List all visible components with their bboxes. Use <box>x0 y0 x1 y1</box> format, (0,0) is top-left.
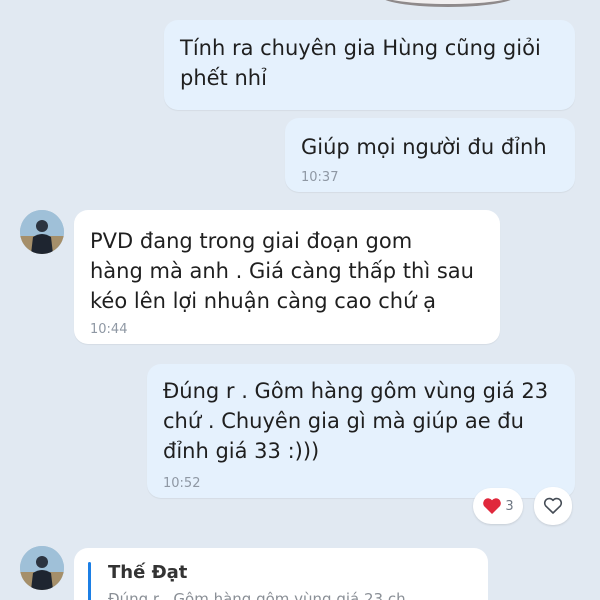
message-time: 10:44 <box>90 322 128 337</box>
message-bubble-sent[interactable]: Đúng r . Gôm hàng gôm vùng giá 23 chứ . … <box>147 364 575 498</box>
message-text: PVD đang trong giai đoạn gom hàng mà anh… <box>90 229 474 313</box>
message-bubble-sent[interactable]: Giúp mọi người đu đỉnh 10:37 <box>285 118 575 192</box>
message-text: Tính ra chuyên gia Hùng cũng giỏi phết n… <box>180 36 541 90</box>
avatar[interactable] <box>20 210 64 254</box>
avatar-image <box>20 546 64 590</box>
message-bubble-received[interactable]: PVD đang trong giai đoạn gom hàng mà anh… <box>74 210 500 344</box>
avatar-image <box>20 210 64 254</box>
quote-text: Đúng r . Gôm hàng gôm vùng giá 23 ch <box>108 590 406 600</box>
avatar[interactable] <box>20 546 64 590</box>
reaction-heart[interactable]: 3 <box>473 488 523 524</box>
red-heart-icon <box>483 498 502 514</box>
message-text: Đúng r . Gôm hàng gôm vùng giá 23 chứ . … <box>163 379 549 463</box>
reaction-count: 3 <box>505 498 514 514</box>
quote-bar <box>88 562 91 600</box>
quote-author: Thế Đạt <box>108 562 188 583</box>
outline-heart-icon <box>543 497 563 514</box>
chat-conversation: Tính ra chuyên gia Hùng cũng giỏi phết n… <box>0 0 600 600</box>
add-reaction-button[interactable] <box>534 487 572 525</box>
message-text: Giúp mọi người đu đỉnh <box>301 135 547 159</box>
message-time: 10:52 <box>163 476 201 491</box>
message-time: 10:37 <box>301 170 339 185</box>
message-bubble-sent[interactable]: Tính ra chuyên gia Hùng cũng giỏi phết n… <box>164 20 575 110</box>
previous-message-remnant <box>380 0 516 7</box>
reply-message-bubble[interactable]: Thế Đạt Đúng r . Gôm hàng gôm vùng giá 2… <box>74 548 488 600</box>
